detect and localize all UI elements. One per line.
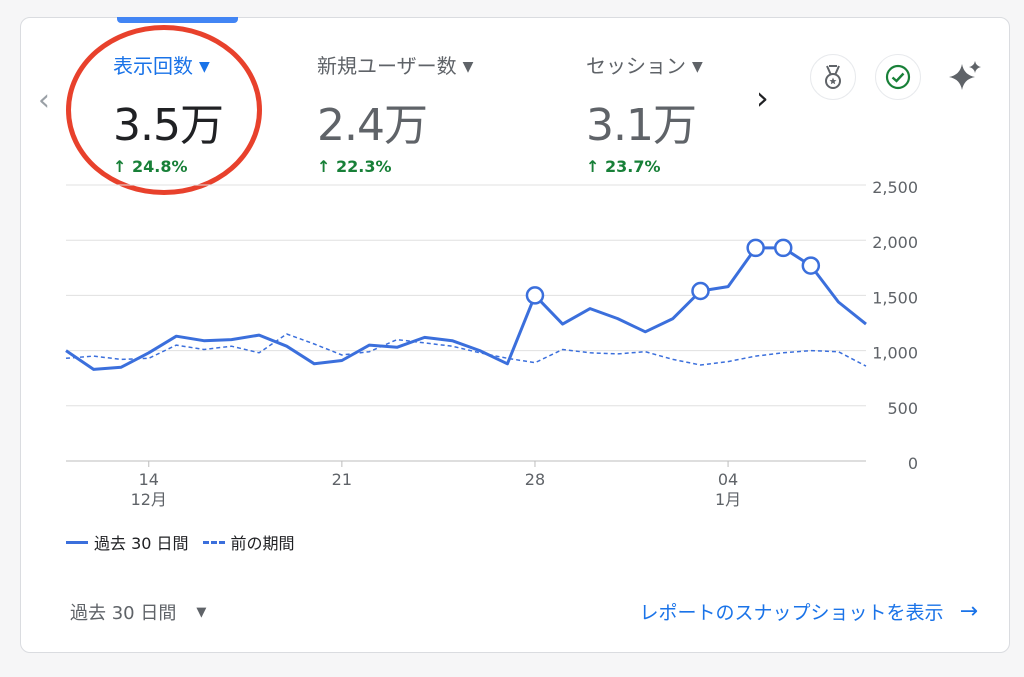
- y-tick-label: 2,000: [872, 233, 918, 252]
- data-point-marker: [691, 281, 710, 301]
- y-tick-label: 500: [887, 399, 918, 418]
- line-chart: 0 500 1,000 1,500 2,000 2,500 1412月 21 28 041月: [65, 178, 918, 509]
- legend-item-current: 過去 30 日間: [66, 530, 189, 554]
- legend-label: 過去 30 日間: [94, 534, 189, 553]
- x-tick-sublabel: 1月: [715, 490, 741, 509]
- y-tick-label: 1,500: [872, 288, 918, 307]
- arrow-right-icon: →: [959, 599, 978, 624]
- x-tick-sublabel: 12月: [131, 490, 167, 509]
- data-point-marker: [801, 256, 821, 275]
- data-point-marker: [746, 238, 765, 258]
- data-point-marker: [773, 238, 793, 258]
- chart-legend: 過去 30 日間 前の期間: [66, 530, 309, 554]
- x-tick-label: 21: [332, 470, 352, 489]
- legend-item-previous: 前の期間: [202, 530, 295, 554]
- x-tick-label: 04: [718, 470, 738, 489]
- view-report-snapshot-label: レポートのスナップショットを表示: [639, 602, 944, 624]
- date-range-label: 過去 30 日間: [70, 603, 177, 624]
- view-report-snapshot-link[interactable]: レポートのスナップショットを表示 →: [640, 598, 978, 625]
- caret-down-icon: ▼: [196, 604, 207, 620]
- legend-dashed-line: [202, 540, 225, 544]
- data-point-marker: [525, 286, 545, 305]
- y-tick-label: 2,500: [872, 178, 918, 197]
- y-tick-label: 0: [908, 454, 918, 473]
- legend-label: 前の期間: [230, 534, 295, 553]
- y-tick-label: 1,000: [872, 344, 918, 363]
- x-tick-label: 14: [139, 470, 159, 489]
- x-tick-label: 28: [525, 470, 545, 489]
- series-line-current: [65, 246, 867, 371]
- legend-solid-line: [66, 540, 88, 544]
- date-range-dropdown[interactable]: 過去 30 日間 ▼: [70, 599, 206, 625]
